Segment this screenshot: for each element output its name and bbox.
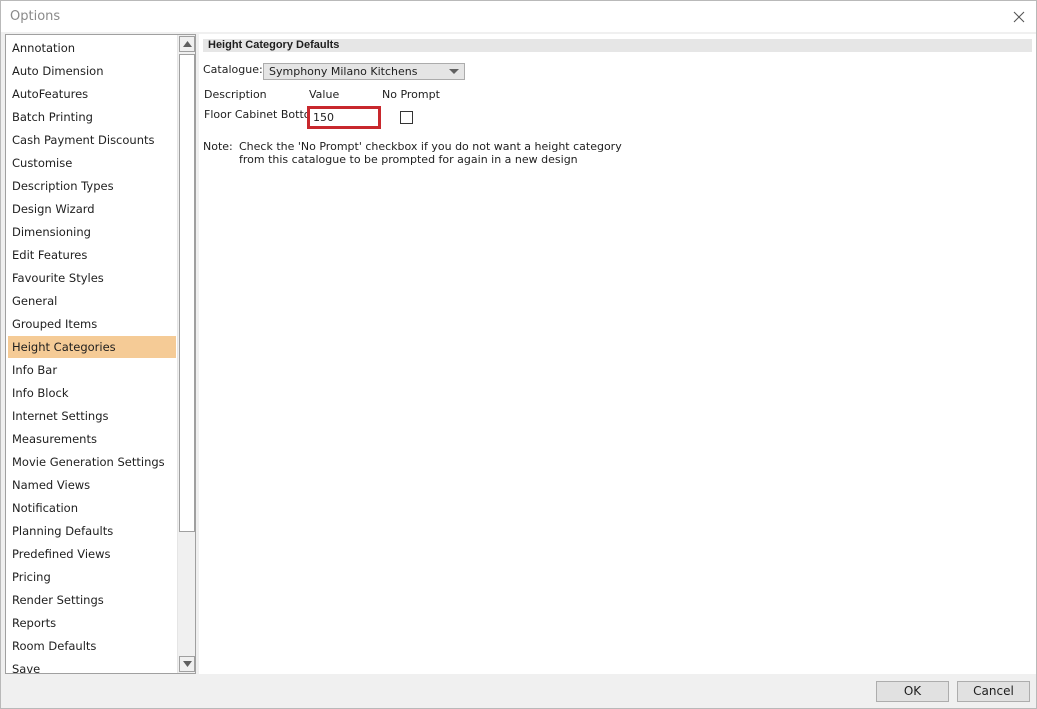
- scroll-down-button[interactable]: [179, 656, 195, 672]
- no-prompt-checkbox[interactable]: [400, 111, 413, 124]
- note-text-line-2: from this catalogue to be prompted for a…: [239, 153, 578, 166]
- note-label: Note:: [203, 140, 233, 153]
- ok-button[interactable]: OK: [876, 681, 949, 702]
- section-header: Height Category Defaults: [203, 39, 1032, 52]
- catalogue-label: Catalogue:: [203, 63, 263, 76]
- sidebar-item-customise[interactable]: Customise: [8, 152, 176, 174]
- options-category-list[interactable]: Annotation Auto Dimension AutoFeatures Batc…: [5, 34, 196, 674]
- sidebar-item-planning-defaults[interactable]: Planning Defaults: [8, 520, 176, 542]
- note-text-line-1: Check the 'No Prompt' checkbox if you do…: [239, 140, 622, 153]
- cancel-button[interactable]: Cancel: [957, 681, 1030, 702]
- chevron-up-icon: [182, 41, 192, 47]
- sidebar-item-cash-payment-discounts[interactable]: Cash Payment Discounts: [8, 129, 176, 151]
- options-dialog: Options Annotation Auto Dimension AutoFeat…: [0, 0, 1037, 709]
- sidebar-item-notification[interactable]: Notification: [8, 497, 176, 519]
- sidebar-item-reports[interactable]: Reports: [8, 612, 176, 634]
- title-bar: Options: [1, 1, 1036, 32]
- category-items: Annotation Auto Dimension AutoFeatures Batc…: [6, 36, 178, 673]
- sidebar-item-measurements[interactable]: Measurements: [8, 428, 176, 450]
- sidebar-item-info-bar[interactable]: Info Bar: [8, 359, 176, 381]
- sidebar-item-batch-printing[interactable]: Batch Printing: [8, 106, 176, 128]
- chevron-down-icon: [182, 661, 192, 667]
- value-column-header: Value: [309, 88, 340, 101]
- sidebar-item-dimensioning[interactable]: Dimensioning: [8, 221, 176, 243]
- sidebar-item-edit-features[interactable]: Edit Features: [8, 244, 176, 266]
- scroll-thumb[interactable]: [179, 54, 195, 532]
- sidebar-item-favourite-styles[interactable]: Favourite Styles: [8, 267, 176, 289]
- window-title: Options: [10, 9, 61, 24]
- sidebar-item-autofeatures[interactable]: AutoFeatures: [8, 83, 176, 105]
- close-button[interactable]: [1002, 1, 1036, 32]
- sidebar-item-design-wizard[interactable]: Design Wizard: [8, 198, 176, 220]
- sidebar-item-movie-generation-settings[interactable]: Movie Generation Settings: [8, 451, 176, 473]
- list-scrollbar[interactable]: [177, 35, 195, 673]
- dialog-button-bar: OK Cancel: [1, 674, 1036, 708]
- sidebar-item-named-views[interactable]: Named Views: [8, 474, 176, 496]
- sidebar-item-grouped-items[interactable]: Grouped Items: [8, 313, 176, 335]
- description-column-header: Description: [204, 88, 267, 101]
- sidebar-item-info-block[interactable]: Info Block: [8, 382, 176, 404]
- settings-panel: Height Category Defaults Catalogue: Symp…: [199, 34, 1036, 674]
- close-icon: [1013, 11, 1025, 22]
- sidebar-item-save[interactable]: Save: [8, 658, 176, 673]
- sidebar-item-general[interactable]: General: [8, 290, 176, 312]
- catalogue-selected-value: Symphony Milano Kitchens: [269, 65, 418, 78]
- height-category-description: Floor Cabinet Bottom: [204, 108, 322, 121]
- catalogue-dropdown[interactable]: Symphony Milano Kitchens: [263, 63, 465, 80]
- scroll-up-button[interactable]: [179, 36, 195, 52]
- sidebar-item-description-types[interactable]: Description Types: [8, 175, 176, 197]
- height-value-input[interactable]: [307, 106, 381, 129]
- sidebar-item-pricing[interactable]: Pricing: [8, 566, 176, 588]
- sidebar-item-render-settings[interactable]: Render Settings: [8, 589, 176, 611]
- sidebar-item-height-categories[interactable]: Height Categories: [8, 336, 176, 358]
- sidebar-item-auto-dimension[interactable]: Auto Dimension: [8, 60, 176, 82]
- no-prompt-column-header: No Prompt: [382, 88, 440, 101]
- sidebar-item-annotation[interactable]: Annotation: [8, 37, 176, 59]
- sidebar-item-predefined-views[interactable]: Predefined Views: [8, 543, 176, 565]
- sidebar-item-internet-settings[interactable]: Internet Settings: [8, 405, 176, 427]
- sidebar-item-room-defaults[interactable]: Room Defaults: [8, 635, 176, 657]
- dropdown-arrow-icon: [449, 69, 459, 74]
